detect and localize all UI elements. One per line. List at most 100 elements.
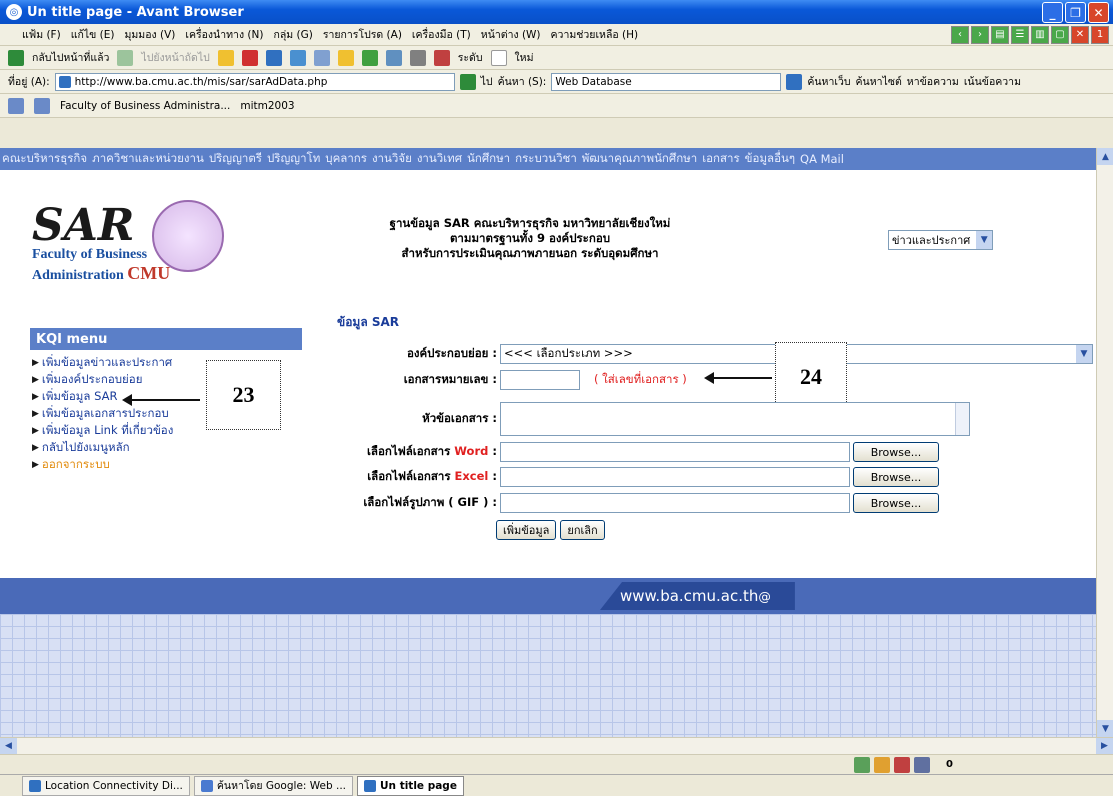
back-button[interactable]: กลับไปหน้าที่แล้ว: [32, 49, 109, 66]
refresh-icon[interactable]: [265, 49, 282, 66]
scroll-up-icon[interactable]: ▲: [1097, 148, 1113, 165]
favorites-star-icon[interactable]: [217, 49, 234, 66]
tab-count-icon: 1: [1091, 25, 1109, 44]
tile-vertical-icon[interactable]: ▥: [1031, 25, 1049, 44]
search-icon[interactable]: [313, 49, 330, 66]
word-row: เลือกไฟล์เอกสาร Word : Browse...: [340, 442, 939, 462]
submit-button[interactable]: เพิ่มข้อมูล: [496, 520, 557, 540]
subject-textarea[interactable]: [500, 402, 970, 436]
go-icon[interactable]: [459, 73, 476, 90]
new-page-icon[interactable]: [490, 49, 507, 66]
scroll-right-icon[interactable]: ▶: [1096, 737, 1113, 755]
news-select-value: ข่าวและประกาศ: [892, 234, 971, 247]
minimize-button[interactable]: _: [1042, 2, 1063, 23]
nav-qa-mail[interactable]: QA Mail: [800, 152, 844, 166]
new-button[interactable]: ใหม่: [515, 49, 534, 66]
textarea-scrollbar[interactable]: [955, 403, 969, 435]
group-icon[interactable]: [34, 97, 50, 114]
word-file-input[interactable]: [500, 442, 850, 462]
excel-browse-button[interactable]: Browse...: [853, 467, 939, 487]
address-input[interactable]: http://www.ba.cmu.ac.th/mis/sar/sarAdDat…: [54, 72, 455, 91]
prev-window-icon[interactable]: ‹: [951, 25, 969, 44]
nav-students[interactable]: นักศึกษา: [467, 150, 510, 168]
gif-browse-button[interactable]: Browse...: [853, 493, 939, 513]
nav-master[interactable]: ปริญญาโท: [267, 150, 320, 168]
vertical-scrollbar[interactable]: ▲ ▼: [1096, 148, 1113, 737]
history-icon[interactable]: [361, 49, 378, 66]
nav-staff[interactable]: บุคลากร: [325, 150, 367, 168]
close-tab-icon[interactable]: ✕: [1071, 25, 1089, 44]
cancel-button[interactable]: ยกเลิก: [560, 520, 605, 540]
status-network-icon: [854, 756, 871, 773]
nav-courses[interactable]: กระบวนวิชา: [515, 150, 577, 168]
stop-icon[interactable]: [241, 49, 258, 66]
nav-others[interactable]: ข้อมูลอื่นๆ: [745, 150, 795, 168]
home-icon[interactable]: [289, 49, 306, 66]
go-button[interactable]: ไป: [481, 73, 493, 90]
menu-help[interactable]: ความช่วยเหลือ (H): [549, 26, 641, 43]
cascade-icon[interactable]: ▤: [991, 25, 1009, 44]
nav-faculty[interactable]: คณะบริหารธุรกิจ: [2, 150, 87, 168]
back-icon[interactable]: [8, 49, 24, 66]
menu-favorites[interactable]: รายการโปรด (A): [321, 26, 404, 43]
level-button[interactable]: ระดับ: [458, 49, 483, 66]
print-icon[interactable]: [409, 49, 426, 66]
section-title: ข้อมูล SAR: [337, 315, 400, 329]
tab-google[interactable]: ค้นหาโดย Google: Web ...: [193, 775, 354, 796]
word-browse-button[interactable]: Browse...: [853, 442, 939, 462]
tab-current[interactable]: Un title page: [357, 775, 464, 796]
favorites-bar: Faculty of Business Administra... mitm20…: [0, 94, 1113, 118]
menu-group[interactable]: กลุ่ม (G): [271, 26, 314, 43]
chevron-down-icon[interactable]: ▼: [1076, 345, 1092, 363]
fav-faculty[interactable]: Faculty of Business Administra...: [60, 100, 230, 112]
kqi-item-label: เพิ่มองค์ประกอบย่อย: [41, 371, 143, 386]
menu-navigate[interactable]: เครื่องนำทาง (N): [183, 26, 265, 43]
forward-button[interactable]: ไปยังหน้าถัดไป: [141, 49, 209, 66]
fav-mitm[interactable]: mitm2003: [240, 100, 294, 112]
highlight-button[interactable]: เน้นข้อความ: [964, 73, 1021, 90]
scroll-left-icon[interactable]: ◀: [0, 737, 17, 755]
site-search-button[interactable]: ค้นหาไซต์: [856, 73, 902, 90]
nav-international[interactable]: งานวิเทศ: [417, 150, 462, 168]
ie-page-icon: [58, 75, 71, 88]
menu-window[interactable]: หน้าต่าง (W): [479, 26, 543, 43]
restore-icon[interactable]: ▢: [1051, 25, 1069, 44]
favorites-icon[interactable]: [337, 49, 354, 66]
maximize-button[interactable]: ❐: [1065, 2, 1086, 23]
chevron-down-icon[interactable]: ▼: [976, 231, 993, 249]
tab-list-icon[interactable]: [8, 97, 24, 114]
popup-blocker-icon[interactable]: [433, 49, 450, 66]
nav-quality[interactable]: พัฒนาคุณภาพนักศึกษา: [582, 150, 697, 168]
nav-bachelor[interactable]: ปริญญาตรี: [209, 150, 262, 168]
kqi-item-logout[interactable]: ▶ ออกจากระบบ: [32, 456, 304, 473]
nav-departments[interactable]: ภาควิชาและหน่วยงาน: [92, 150, 204, 168]
horizontal-scrollbar[interactable]: ◀ ▶: [0, 737, 1113, 755]
mail-icon[interactable]: [385, 49, 402, 66]
gif-file-input[interactable]: [500, 493, 850, 513]
footer-url[interactable]: www.ba.cmu.ac.th @: [600, 582, 795, 610]
next-window-icon[interactable]: ›: [971, 25, 989, 44]
docnum-input[interactable]: [500, 370, 580, 390]
tab-location[interactable]: Location Connectivity Di...: [22, 775, 190, 796]
tab-taskbar: Location Connectivity Di... ค้นหาโดย Goo…: [0, 774, 1113, 796]
forward-icon[interactable]: [117, 49, 134, 66]
nav-documents[interactable]: เอกสาร: [702, 150, 739, 168]
menu-file[interactable]: แฟ้ม (F): [20, 26, 63, 43]
title-bar: ◎ Un title page - Avant Browser _ ❐ ✕: [0, 0, 1113, 24]
tile-horizontal-icon[interactable]: ☰: [1011, 25, 1029, 44]
toolbar: กลับไปหน้าที่แล้ว ไปยังหน้าถัดไป ระดับ ใ…: [0, 46, 1113, 70]
window-layout-buttons: ‹ › ▤ ☰ ▥ ▢ ✕ 1: [951, 25, 1109, 44]
nav-research[interactable]: งานวิจัย: [372, 150, 412, 168]
find-text-button[interactable]: หาข้อความ: [907, 73, 959, 90]
excel-file-input[interactable]: [500, 467, 850, 487]
close-button[interactable]: ✕: [1088, 2, 1109, 23]
menu-edit[interactable]: แก้ไข (E): [69, 26, 117, 43]
news-select[interactable]: ข่าวและประกาศ ▼: [888, 230, 994, 250]
search-input[interactable]: Web Database: [551, 72, 782, 91]
menu-view[interactable]: มุมมอง (V): [122, 26, 177, 43]
kqi-item-main-menu[interactable]: ▶ กลับไปยังเมนูหลัก: [32, 439, 304, 456]
web-search-icon[interactable]: [786, 73, 803, 90]
scroll-down-icon[interactable]: ▼: [1097, 720, 1113, 737]
menu-tools[interactable]: เครื่องมือ (T): [410, 26, 473, 43]
web-search-button[interactable]: ค้นหาเว็บ: [807, 73, 850, 90]
